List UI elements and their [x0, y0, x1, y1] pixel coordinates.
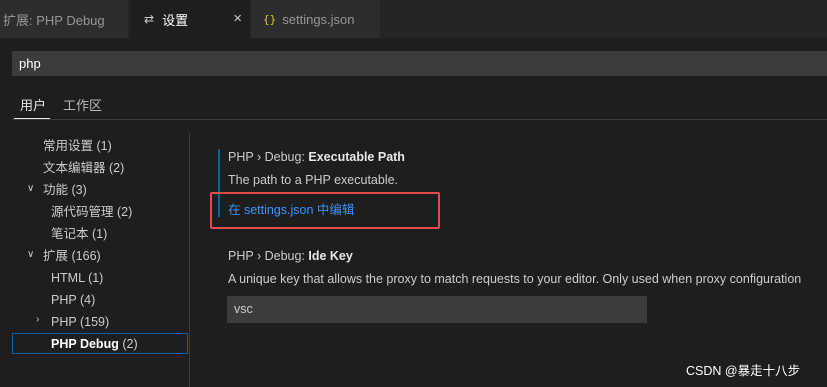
toc-count: (4): [79, 293, 96, 307]
ide-key-input[interactable]: vsc: [227, 296, 647, 323]
toc-count: (1): [92, 227, 108, 241]
tab-user-settings[interactable]: 用户: [20, 95, 46, 114]
toc-label: PHP: [51, 293, 77, 307]
toc-label: 文本编辑器: [43, 161, 106, 175]
divider: [12, 119, 827, 120]
annotation-highlight-box: [210, 192, 440, 229]
setting-description: The path to a PHP executable.: [228, 173, 399, 187]
close-icon[interactable]: ×: [233, 10, 242, 27]
toc-item-php-debug[interactable]: PHP Debug (2): [51, 333, 138, 355]
watermark: CSDN @暴走十八步: [686, 364, 801, 378]
toc-label: 笔记本: [51, 227, 89, 241]
toc-label: 扩展: [43, 249, 69, 263]
toc-label: PHP Debug: [51, 337, 119, 351]
toc-item-php-group[interactable]: PHP (159): [51, 311, 109, 333]
settings-editor-icon: ⇄: [144, 12, 155, 26]
setting-name: Ide Key: [308, 249, 353, 263]
toc-label: HTML: [51, 271, 85, 285]
chevron-right-icon[interactable]: ›: [36, 314, 39, 325]
settings-search-input[interactable]: php: [12, 51, 827, 76]
toc-item-features[interactable]: 功能 (3): [43, 179, 87, 201]
chevron-down-icon[interactable]: ∨: [27, 249, 34, 260]
toc-count: (3): [71, 183, 87, 197]
toc-label: 常用设置: [43, 139, 94, 153]
toc-count: (159): [79, 315, 110, 329]
tab-label: settings.json: [282, 11, 355, 27]
setting-title-executable-path: PHP › Debug: Executable Path: [228, 150, 405, 164]
tab-extension-php-debug[interactable]: 扩展: PHP Debug: [0, 0, 129, 38]
toc-item-notebook[interactable]: 笔记本 (1): [51, 223, 107, 245]
tab-workspace-settings[interactable]: 工作区: [63, 95, 102, 114]
setting-title-ide-key: PHP › Debug: Ide Key: [228, 249, 353, 263]
toc-count: (166): [71, 249, 101, 263]
toc-count: (2): [122, 337, 138, 351]
chevron-down-icon[interactable]: ∨: [27, 183, 34, 194]
setting-description: A unique key that allows the proxy to ma…: [228, 272, 802, 286]
editor-tab-bar: 扩展: PHP Debug ⇄ 设置 × {} settings.json: [0, 0, 827, 38]
toc-label: 功能: [43, 183, 69, 197]
toc-count: (2): [117, 205, 133, 219]
tab-settings-json[interactable]: {} settings.json: [251, 0, 380, 38]
toc-item-text-editor[interactable]: 文本编辑器 (2): [43, 157, 124, 179]
toc-count: (2): [109, 161, 125, 175]
toc-count: (1): [88, 271, 104, 285]
toc-item-commonly-used[interactable]: 常用设置 (1): [43, 135, 112, 157]
toc-item-extensions[interactable]: 扩展 (166): [43, 245, 101, 267]
sash-divider[interactable]: [189, 133, 190, 387]
toc-item-php[interactable]: PHP (4): [51, 289, 95, 311]
toc-label: 源代码管理: [51, 205, 114, 219]
setting-name: Executable Path: [308, 150, 405, 164]
toc-count: (1): [96, 139, 112, 153]
tab-label: 设置: [162, 12, 189, 28]
json-file-icon: {}: [263, 12, 277, 26]
tab-settings[interactable]: ⇄ 设置 ×: [130, 0, 250, 38]
toc-label: PHP: [51, 315, 77, 329]
setting-category: PHP › Debug:: [228, 249, 309, 263]
toc-item-html[interactable]: HTML (1): [51, 267, 103, 289]
toc-item-scm[interactable]: 源代码管理 (2): [51, 201, 132, 223]
setting-category: PHP › Debug:: [228, 150, 309, 164]
tab-label: 扩展: PHP Debug: [3, 12, 105, 28]
